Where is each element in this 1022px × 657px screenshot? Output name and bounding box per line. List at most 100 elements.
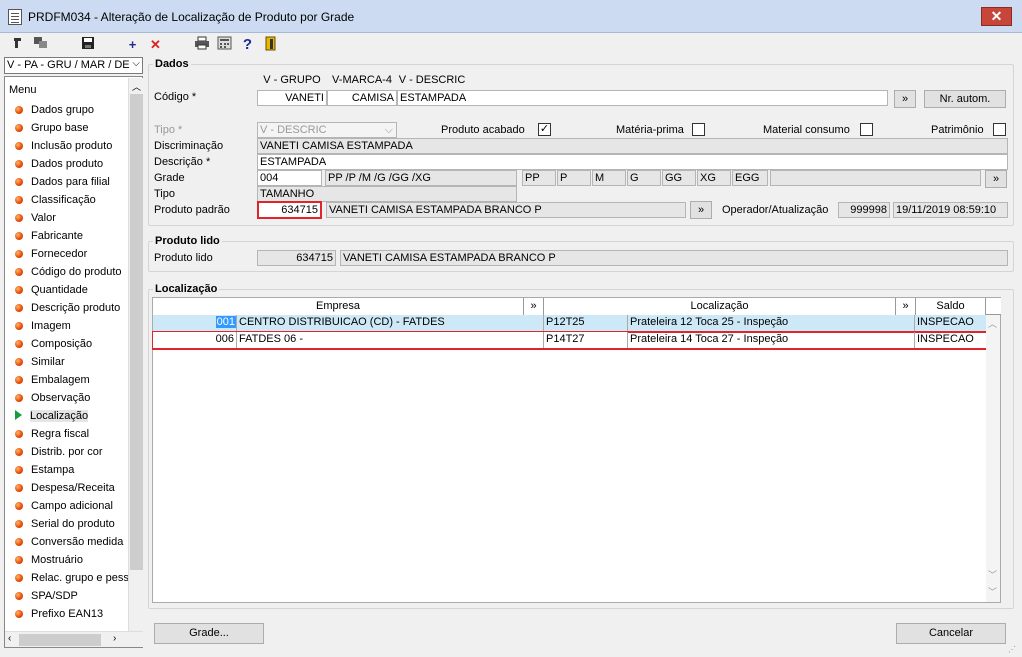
table-row[interactable]: 006 FATDES 06 - P14T27 Prateleira 14 Toca 2… [152,331,988,350]
sidebar-item-label: Valor [31,212,56,224]
save-icon[interactable] [79,36,96,53]
cell-empresa[interactable]: FATDES 06 - [237,332,544,348]
sidebar-item[interactable]: Observação [5,389,128,407]
back-arrow-icon[interactable] [9,36,26,53]
sidebar-item[interactable]: Descrição produto [5,299,128,317]
sidebar-item[interactable]: Quantidade [5,281,128,299]
produto-lido-title: Produto lido [153,235,222,247]
sidebar-item-label: Mostruário [31,554,83,566]
scroll-up-icon[interactable]: ︿ [988,317,997,330]
sidebar-item[interactable]: Relac. grupo e pess [5,569,128,587]
codigo-marca-field[interactable]: CAMISA [327,90,397,106]
menu-scroll-thumb[interactable] [130,94,143,570]
cell-code[interactable]: 001 [153,315,237,331]
codigo-descric-field[interactable]: ESTAMPADA [397,90,888,106]
menu-vertical-scrollbar[interactable]: ︿ [128,78,143,631]
delete-icon[interactable]: ✕ [147,36,164,53]
col-saldo[interactable]: Saldo [916,298,986,315]
sidebar-item[interactable]: Regra fiscal [5,425,128,443]
grade-button[interactable]: Grade... [154,623,264,644]
calculator-icon[interactable] [216,36,233,53]
sidebar-item[interactable]: Classificação [5,191,128,209]
grade-more-button[interactable]: » [985,170,1007,188]
scroll-bottom-icon[interactable]: ﹀ [988,585,997,598]
codigo-search-button[interactable]: » [894,90,916,108]
exit-door-icon[interactable] [262,36,279,53]
col-localizacao-expand[interactable]: » [896,298,916,315]
produto-acabado-checkbox[interactable]: ✓ [538,123,551,136]
print-icon[interactable] [193,36,210,53]
sidebar-item[interactable]: Embalagem [5,371,128,389]
sidebar-item[interactable]: Dados produto [5,155,128,173]
sidebar-item[interactable]: Despesa/Receita [5,479,128,497]
produto-padrao-search-button[interactable]: » [690,201,712,219]
sidebar-item[interactable]: Distrib. por cor [5,443,128,461]
sidebar-item-label: Descrição produto [31,302,121,314]
close-button[interactable]: ✕ [981,7,1012,26]
sidebar-item-label: Estampa [31,464,75,476]
scroll-left-icon[interactable]: ‹ [8,633,11,644]
sidebar-item[interactable]: Estampa [5,461,128,479]
sidebar-item[interactable]: Similar [5,353,128,371]
cell-code[interactable]: 006 [153,332,237,348]
menu-horizontal-scrollbar[interactable]: ‹ › [5,631,143,647]
sidebar-item[interactable]: Serial do produto [5,515,128,533]
table-row[interactable]: 001 CENTRO DISTRIBUICAO (CD) - FATDES P12T… [153,315,987,332]
module-combo[interactable]: V - PA - GRU / MAR / DE ⌵ [4,57,143,74]
menu-hscroll-thumb[interactable] [19,634,101,646]
cell-empresa[interactable]: CENTRO DISTRIBUICAO (CD) - FATDES [237,315,544,331]
cell-loc-code[interactable]: P12T25 [544,315,628,331]
sidebar-item[interactable]: Grupo base [5,119,128,137]
col-empresa[interactable]: Empresa [153,298,524,315]
patrimonio-checkbox[interactable] [993,123,1006,136]
operador-code-field: 999998 [838,202,890,218]
codigo-label: Código * [154,91,197,103]
cancelar-button[interactable]: Cancelar [896,623,1006,644]
help-icon[interactable]: ? [239,36,256,53]
sidebar-item[interactable]: Dados para filial [5,173,128,191]
sidebar-item[interactable]: Mostruário [5,551,128,569]
grade-code-field[interactable]: 004 [257,170,322,186]
sidebar-item[interactable]: Fabricante [5,227,128,245]
bullet-icon [15,520,23,528]
cell-saldo[interactable]: INSPECAO [915,332,987,348]
cell-saldo[interactable]: INSPECAO [915,315,987,331]
sidebar-item[interactable]: Fornecedor [5,245,128,263]
add-icon[interactable]: + [124,36,141,53]
bullet-icon [15,322,23,330]
descricao-field[interactable]: ESTAMPADA [257,154,1008,170]
sidebar-item[interactable]: Inclusão produto [5,137,128,155]
sidebar-item[interactable]: Imagem [5,317,128,335]
cell-loc-desc[interactable]: Prateleira 12 Toca 25 - Inspeção [628,315,915,331]
materia-prima-checkbox[interactable] [692,123,705,136]
sidebar-item[interactable]: Composição [5,335,128,353]
sidebar-item-label: Dados produto [31,158,104,170]
codigo-grupo-field[interactable]: VANETI [257,90,327,106]
scroll-up-icon[interactable]: ︿ [132,80,141,93]
sidebar-item[interactable]: Código do produto [5,263,128,281]
resize-grip-icon[interactable]: ⋰ [1008,645,1020,655]
sidebar-item[interactable]: Conversão medida [5,533,128,551]
cell-loc-desc[interactable]: Prateleira 14 Toca 27 - Inspeção [628,332,915,348]
scroll-down-icon[interactable]: ﹀ [988,568,997,581]
grid-vertical-scrollbar[interactable]: ︿ ﹀ ﹀ [986,315,1000,602]
sidebar-item[interactable]: Localização [5,407,128,425]
sidebar-item[interactable]: Dados grupo [5,101,128,119]
sidebar-item-label: Prefixo EAN13 [31,608,104,620]
copy-icon[interactable] [32,36,49,53]
cell-loc-code[interactable]: P14T27 [544,332,628,348]
sidebar-item[interactable]: Valor [5,209,128,227]
sidebar-item[interactable]: SPA/SDP [5,587,128,605]
bullet-icon [15,484,23,492]
sidebar-item[interactable]: Prefixo EAN13 [5,605,128,623]
descricao-label: Descrição * [154,156,211,168]
scroll-right-icon[interactable]: › [113,633,116,644]
document-icon [8,9,22,25]
sidebar-item[interactable]: Campo adicional [5,497,128,515]
col-empresa-expand[interactable]: » [524,298,544,315]
col-localizacao[interactable]: Localização [544,298,896,315]
nr-autom-button[interactable]: Nr. autom. [924,90,1006,108]
produto-padrao-code-field[interactable]: 634715 [257,201,322,219]
tipo-combo[interactable]: V - DESCRIC ⌵ [257,122,397,138]
material-consumo-checkbox[interactable] [860,123,873,136]
